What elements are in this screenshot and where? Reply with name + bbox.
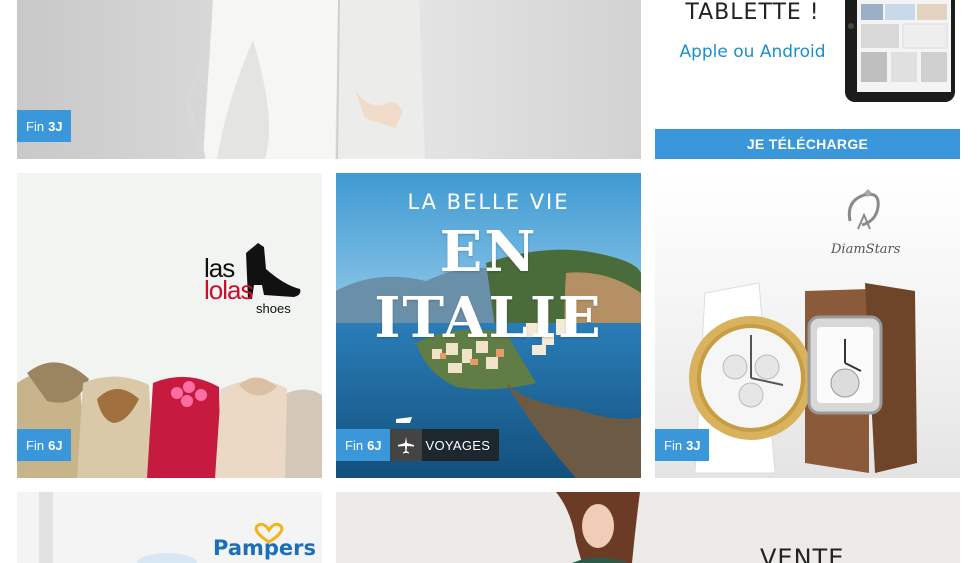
headline-en-italie: EN ITALIE: [374, 219, 603, 351]
cardigan-photo: [183, 0, 425, 159]
model-photo: [556, 492, 640, 563]
fin-label: Fin 6J: [336, 429, 390, 461]
tile-vente[interactable]: VENTE: [336, 492, 960, 563]
end-badge: Fin 3J: [17, 110, 71, 142]
days-remaining: 6J: [48, 437, 63, 453]
las-lolas-logo: las lolas shoes: [204, 243, 304, 323]
end-badge: Fin 6J: [17, 429, 71, 461]
tablet-title: TABLETTE !: [685, 0, 820, 25]
category-badge[interactable]: VOYAGES: [389, 429, 500, 461]
fin-label: Fin 6J: [17, 429, 71, 461]
fin-label: Fin 3J: [655, 429, 709, 461]
end-badge: Fin 3J: [655, 429, 709, 461]
brand-lolas: lolas: [204, 275, 253, 305]
days-remaining: 3J: [686, 437, 701, 453]
tile-diamstars[interactable]: DiamStars Fin 3J: [655, 173, 960, 478]
fin-label: Fin 3J: [17, 110, 71, 142]
pampers-brand: Pampers: [213, 536, 317, 560]
tile-italie[interactable]: LA BELLE VIE EN ITALIE Fin 6J VOYAGES: [336, 173, 641, 478]
headline-belle-vie: LA BELLE VIE: [407, 190, 570, 214]
end-badge: Fin 6J VOYAGES: [336, 429, 500, 461]
download-button[interactable]: JE TÉLÉCHARGE: [655, 129, 960, 159]
vente-headline: VENTE: [760, 544, 845, 563]
brand-shoes: shoes: [256, 301, 291, 316]
tile-pampers[interactable]: Pampers: [17, 492, 322, 563]
tile-knit-cardigan[interactable]: Fin 3J: [17, 0, 641, 159]
days-remaining: 6J: [367, 437, 382, 453]
days-remaining: 3J: [48, 118, 63, 134]
category-label: VOYAGES: [425, 437, 491, 453]
tablet-device-image: [845, 0, 955, 102]
airplane-icon: [389, 429, 422, 461]
tile-las-lolas[interactable]: las lolas shoes Fin 6J: [17, 173, 322, 478]
tablet-subtitle: Apple ou Android: [679, 42, 826, 62]
tile-tablet-app[interactable]: TABLETTE ! Apple ou Android JE TÉLÉCHARG…: [655, 0, 960, 159]
